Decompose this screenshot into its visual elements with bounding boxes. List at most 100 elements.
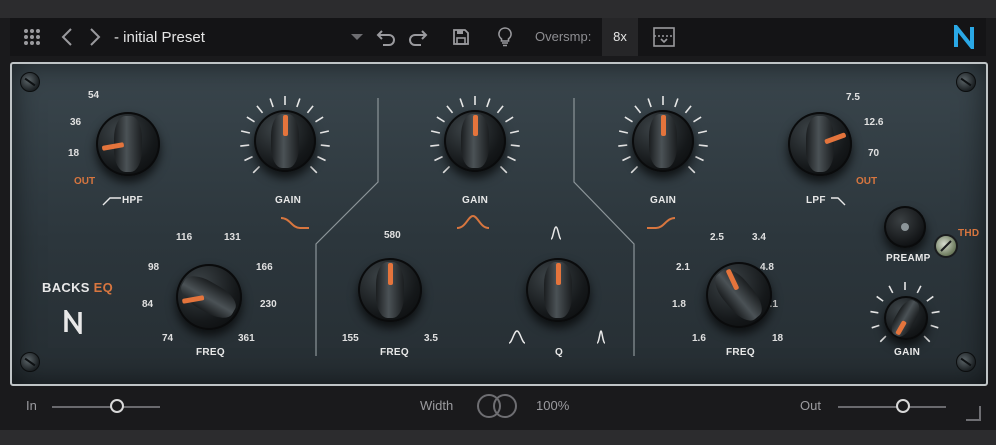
scale-tick [634,105,642,114]
preset-selector[interactable]: - initial Preset [114,25,364,49]
lpf-tick: 7.5 [846,92,860,103]
mid-gain-knob[interactable] [444,110,506,172]
brand-logo-icon [64,310,82,334]
scale-tick [647,98,652,108]
low-freq-tick: 361 [238,333,255,344]
resize-corner-icon[interactable] [964,404,982,422]
preamp-label: PREAMP [886,253,931,264]
low-freq-tick: 131 [224,232,241,243]
input-slider[interactable] [52,399,160,413]
scale-tick [930,324,939,329]
scale-tick [269,98,274,108]
high-gain-label: GAIN [650,195,677,206]
save-icon[interactable] [450,18,472,56]
scale-tick [624,116,633,123]
scale-tick [695,155,704,162]
output-slider-thumb[interactable] [895,399,910,413]
scale-tick [320,144,330,147]
scale-tick [252,165,261,174]
redo-icon[interactable] [406,18,430,56]
input-label: In [26,398,37,413]
thd-label: THD [958,228,980,239]
output-slider[interactable] [838,399,946,413]
scale-tick [693,116,702,123]
low-gain-knob[interactable] [254,110,316,172]
narrow-q-icon [550,226,562,240]
bottom-strip [0,430,996,445]
high-freq-tick: 3.4 [752,232,766,243]
output-gain-knob[interactable] [884,296,928,340]
hpf-tick: OUT [74,176,96,187]
q-label: Q [555,347,564,358]
scale-tick [630,165,639,174]
undo-icon[interactable] [374,18,398,56]
scale-tick [430,130,441,134]
low-freq-tick: 116 [176,232,193,243]
lightbulb-icon[interactable] [494,18,516,56]
scale-tick [319,130,330,134]
scale-tick [430,144,440,147]
dropdown-icon [350,33,364,41]
scale-tick [507,155,516,162]
output-label: Out [800,398,821,413]
forward-arrow-icon[interactable] [86,18,104,56]
grid-menu-icon[interactable] [20,18,44,56]
scale-tick [618,130,629,134]
mid-freq-tick: 580 [384,230,401,241]
scale-tick [674,98,679,108]
hpf-tick: 18 [68,148,80,159]
oversampling-button[interactable]: 8x [602,18,638,56]
input-slider-thumb[interactable] [109,399,124,413]
high-freq-knob[interactable] [706,262,772,328]
scale-tick [505,116,514,123]
brand-name: BACKS EQ [42,280,113,295]
output-gain-label: GAIN [894,347,921,358]
back-arrow-icon[interactable] [58,18,76,56]
low-freq-knob[interactable] [176,264,242,330]
thd-toggle[interactable] [934,234,958,258]
hpf-knob[interactable] [96,112,160,176]
scale-tick [306,105,314,114]
scale-tick [240,130,251,134]
preamp-button[interactable] [884,206,926,248]
mid-gain-label: GAIN [462,195,489,206]
scale-tick [442,165,451,174]
scale-tick [434,155,443,162]
width-label: Width [420,398,454,413]
scale-tick [870,310,879,314]
high-freq-label: FREQ [726,347,755,358]
lpf-knob[interactable] [788,112,852,176]
brand-name-part2: EQ [93,280,114,295]
width-link-icon[interactable] [476,393,518,419]
scale-tick [926,295,934,302]
mid-freq-knob[interactable] [358,258,422,322]
scale-tick [618,144,628,147]
scale-tick [309,165,318,174]
high-freq-tick: 1.6 [692,333,706,344]
high-gain-knob[interactable] [632,110,694,172]
low-gain-label: GAIN [275,195,302,206]
lpf-curve-icon [831,197,846,206]
scale-tick [931,310,940,314]
high-shelf-icon [647,217,676,229]
low-freq-tick: 166 [256,262,273,273]
q-knob[interactable] [526,258,590,322]
mid-freq-tick: 155 [342,333,359,344]
hpf-curve-icon [102,197,121,206]
top-strip [0,0,996,18]
scale-tick [459,98,464,108]
low-freq-tick: 84 [142,299,154,310]
eq-panel: 54 36 18 OUT HPF GAIN GAIN GAIN 7.5 12.6… [10,62,988,386]
scale-tick [509,130,520,134]
layout-icon[interactable] [650,18,678,56]
scale-tick [684,105,692,114]
high-freq-tick: 18 [772,333,784,344]
n-logo-icon[interactable] [950,18,978,56]
scale-tick [879,335,887,343]
high-freq-tick: 2.5 [710,232,724,243]
scale-tick [486,98,491,108]
width-value[interactable]: 100% [536,398,569,413]
wide-q-icon [508,330,526,344]
high-freq-tick: 2.1 [676,262,690,273]
scale-tick [876,295,884,302]
